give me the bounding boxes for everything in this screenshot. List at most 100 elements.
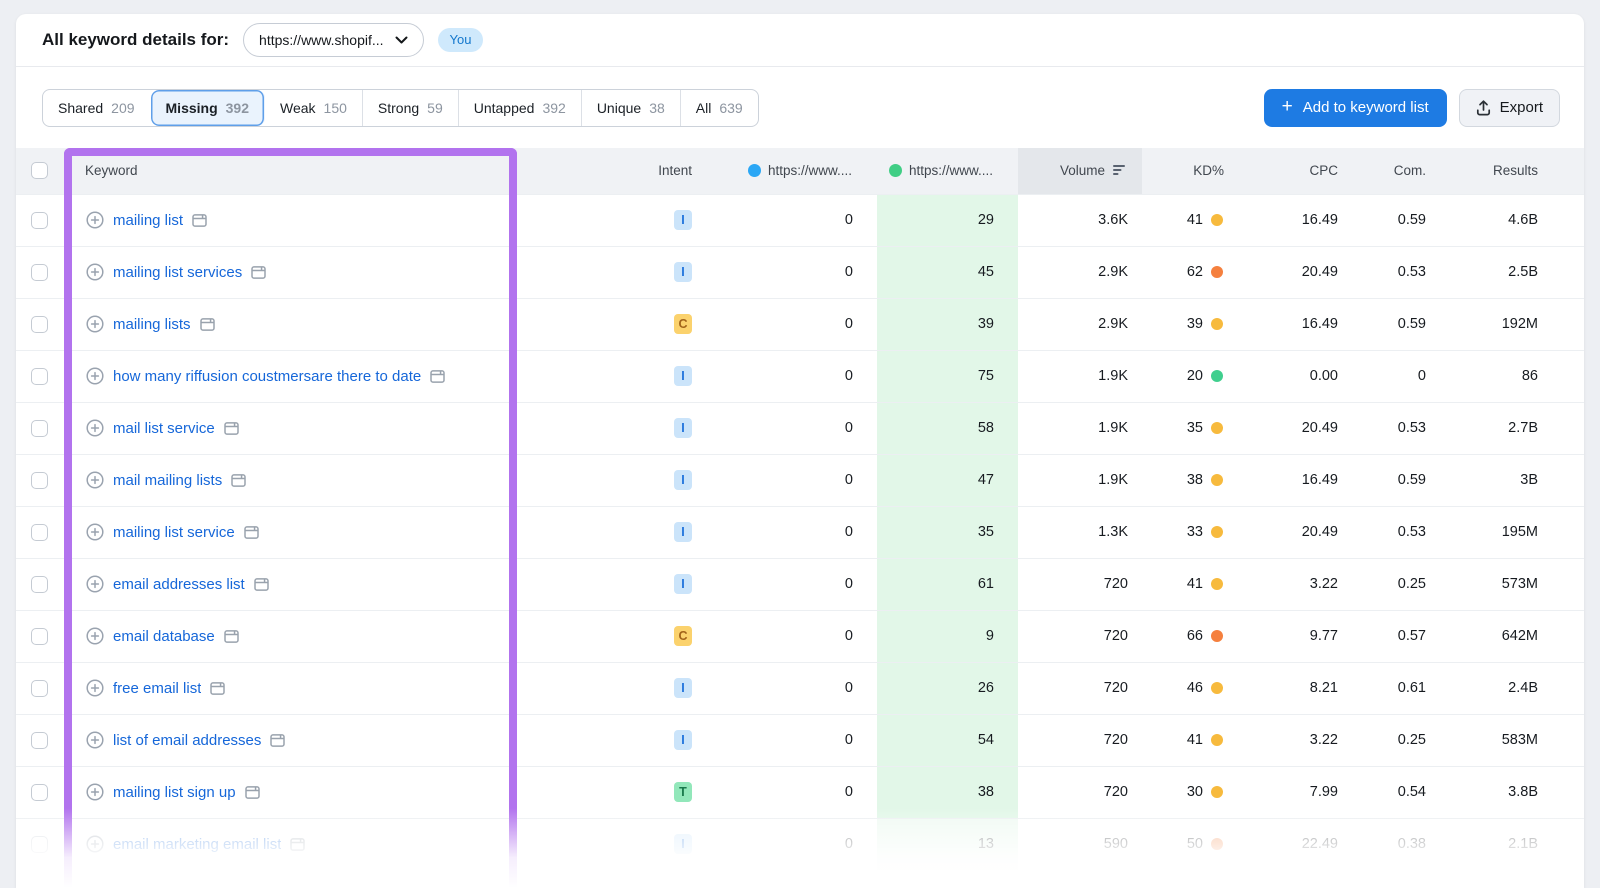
serp-icon[interactable]: [200, 318, 215, 331]
add-keyword-icon[interactable]: [86, 783, 104, 801]
keyword-link[interactable]: mailing list services: [113, 264, 242, 281]
tab-untapped[interactable]: Untapped392: [459, 90, 582, 126]
tab-weak[interactable]: Weak150: [265, 90, 363, 126]
results-cell: 3B: [1440, 454, 1584, 506]
row-checkbox[interactable]: [31, 576, 48, 593]
kd-value: 46: [1187, 680, 1203, 696]
kd-cell: 41: [1142, 558, 1238, 610]
serp-icon[interactable]: [245, 786, 260, 799]
keyword-link[interactable]: email database: [113, 628, 215, 645]
select-all-checkbox[interactable]: [31, 162, 48, 179]
intent-badge: I: [674, 210, 692, 230]
keyword-table-body: mailing listI0293.6K4116.490.594.6Bmaili…: [16, 194, 1584, 870]
tab-strong[interactable]: Strong59: [363, 90, 459, 126]
intent-badge: I: [674, 470, 692, 490]
serp-icon[interactable]: [224, 422, 239, 435]
intent-cell: I: [502, 350, 716, 402]
add-keyword-icon[interactable]: [86, 263, 104, 281]
add-keyword-icon[interactable]: [86, 211, 104, 229]
row-checkbox[interactable]: [31, 836, 48, 853]
serp-icon[interactable]: [244, 526, 259, 539]
add-keyword-icon[interactable]: [86, 575, 104, 593]
column-header-your-site: https://www....: [877, 148, 1018, 194]
keyword-link[interactable]: email marketing email list: [113, 836, 281, 853]
row-checkbox[interactable]: [31, 368, 48, 385]
com-cell: 0.57: [1352, 610, 1440, 662]
tab-all[interactable]: All639: [681, 90, 758, 126]
keyword-link[interactable]: how many riffusion coustmersare there to…: [113, 368, 421, 385]
add-keyword-icon[interactable]: [86, 679, 104, 697]
tab-label: Weak: [280, 100, 316, 116]
row-checkbox[interactable]: [31, 784, 48, 801]
add-keyword-icon[interactable]: [86, 731, 104, 749]
toolbar: Shared209Missing392Weak150Strong59Untapp…: [16, 67, 1584, 127]
serp-icon[interactable]: [210, 682, 225, 695]
tab-label: Strong: [378, 100, 419, 116]
row-checkbox[interactable]: [31, 264, 48, 281]
toolbar-actions: + Add to keyword list Export: [1264, 89, 1560, 127]
row-checkbox[interactable]: [31, 524, 48, 541]
volume-cell: 1.9K: [1018, 350, 1142, 402]
add-keyword-icon[interactable]: [86, 419, 104, 437]
volume-cell: 1.9K: [1018, 454, 1142, 506]
row-checkbox[interactable]: [31, 680, 48, 697]
keyword-link[interactable]: free email list: [113, 680, 201, 697]
row-checkbox[interactable]: [31, 732, 48, 749]
intent-badge: I: [674, 366, 692, 386]
keyword-link[interactable]: mailing list sign up: [113, 784, 236, 801]
your-position-cell: 38: [877, 766, 1018, 818]
competitor-position-cell: 0: [716, 714, 877, 766]
serp-icon[interactable]: [231, 474, 246, 487]
com-cell: 0.54: [1352, 766, 1440, 818]
add-keyword-icon[interactable]: [86, 523, 104, 541]
serp-icon[interactable]: [192, 214, 207, 227]
row-checkbox[interactable]: [31, 628, 48, 645]
add-to-keyword-list-button[interactable]: + Add to keyword list: [1264, 89, 1447, 127]
serp-icon[interactable]: [251, 266, 266, 279]
column-header-volume[interactable]: Volume: [1018, 148, 1142, 194]
keyword-link[interactable]: mail list service: [113, 420, 215, 437]
keyword-cell: email database: [62, 610, 502, 662]
page-title: All keyword details for:: [42, 30, 229, 50]
serp-icon[interactable]: [254, 578, 269, 591]
add-keyword-icon[interactable]: [86, 835, 104, 853]
your-position-cell: 39: [877, 298, 1018, 350]
cpc-cell: 22.49: [1238, 818, 1352, 870]
volume-label: Volume: [1060, 163, 1105, 178]
kd-value: 20: [1187, 368, 1203, 384]
results-cell: 4.6B: [1440, 194, 1584, 246]
kd-difficulty-dot: [1211, 214, 1223, 226]
domain-selector[interactable]: https://www.shopif...: [243, 23, 424, 57]
row-checkbox-cell: [16, 246, 62, 298]
serp-icon[interactable]: [290, 838, 305, 851]
keyword-link[interactable]: list of email addresses: [113, 732, 261, 749]
serp-icon[interactable]: [224, 630, 239, 643]
row-checkbox[interactable]: [31, 472, 48, 489]
cpc-cell: 8.21: [1238, 662, 1352, 714]
tab-unique[interactable]: Unique38: [582, 90, 681, 126]
row-checkbox[interactable]: [31, 420, 48, 437]
keyword-link[interactable]: mailing list: [113, 212, 183, 229]
kd-difficulty-dot: [1211, 422, 1223, 434]
tab-label: All: [696, 100, 712, 116]
your-position-cell: 61: [877, 558, 1018, 610]
keyword-link[interactable]: email addresses list: [113, 576, 245, 593]
row-checkbox[interactable]: [31, 316, 48, 333]
row-checkbox[interactable]: [31, 212, 48, 229]
add-keyword-icon[interactable]: [86, 315, 104, 333]
kd-value: 38: [1187, 472, 1203, 488]
add-keyword-icon[interactable]: [86, 471, 104, 489]
tab-missing[interactable]: Missing392: [151, 90, 265, 126]
keyword-cell: list of email addresses: [62, 714, 502, 766]
keyword-link[interactable]: mailing list service: [113, 524, 235, 541]
serp-icon[interactable]: [430, 370, 445, 383]
add-keyword-icon[interactable]: [86, 367, 104, 385]
add-keyword-icon[interactable]: [86, 627, 104, 645]
serp-icon[interactable]: [270, 734, 285, 747]
results-cell: 195M: [1440, 506, 1584, 558]
export-button[interactable]: Export: [1459, 89, 1560, 127]
tab-shared[interactable]: Shared209: [43, 90, 151, 126]
keyword-link[interactable]: mail mailing lists: [113, 472, 222, 489]
cpc-cell: 3.22: [1238, 558, 1352, 610]
keyword-link[interactable]: mailing lists: [113, 316, 191, 333]
